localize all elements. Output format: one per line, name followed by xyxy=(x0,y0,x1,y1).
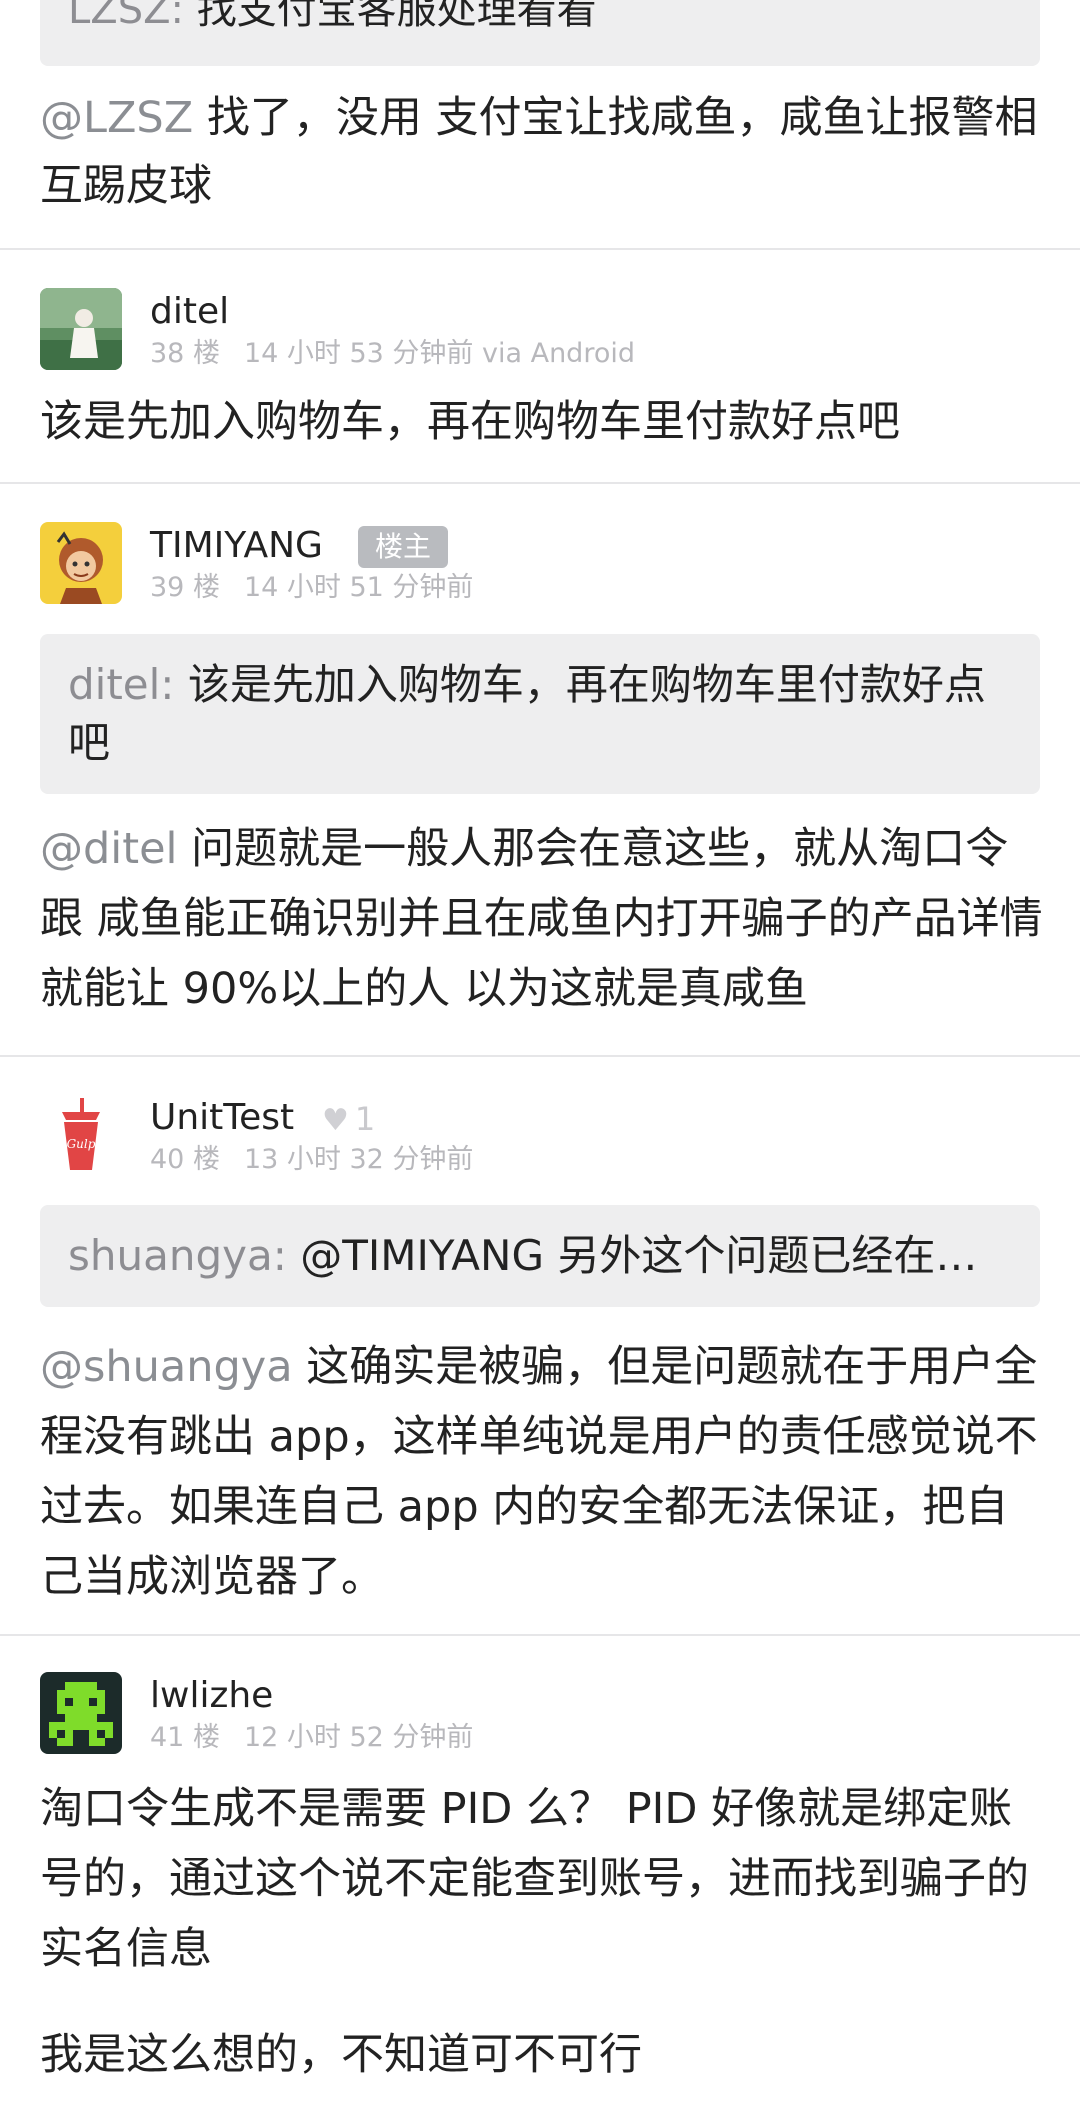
divider xyxy=(0,1634,1080,1636)
comment-meta: 40 楼 13 小时 32 分钟前 xyxy=(150,1142,473,1178)
comment-meta: 38 楼 14 小时 53 分钟前 via Android xyxy=(150,336,635,372)
comment-meta: 39 楼 14 小时 51 分钟前 xyxy=(150,570,473,606)
avatar-image: Gulp xyxy=(40,1094,122,1176)
username[interactable]: ditel xyxy=(150,290,229,334)
quoted-text: @TIMIYANG 另外这个问题已经在… xyxy=(300,1231,978,1280)
comment-paragraph: 淘口令生成不是需要 PID 么？ PID 好像就是绑定账号的，通过这个说不定能查… xyxy=(40,1784,1029,1974)
reply-thread: LZSZ: 找支付宝客服处理看看 @LZSZ 找了，没用 支付宝让找咸鱼，咸鱼让… xyxy=(0,0,1080,2102)
avatar-image xyxy=(40,1672,122,1754)
quoted-reply: shuangya: @TIMIYANG 另外这个问题已经在… xyxy=(40,1205,1040,1307)
quoted-reply: ditel: 该是先加入购物车，再在购物车里付款好点吧 xyxy=(40,634,1040,794)
comment-body: @ditel 问题就是一般人那会在意这些，就从淘口令跟 咸鱼能正确识别并且在咸鱼… xyxy=(40,814,1050,1024)
post-time: 13 小时 32 分钟前 xyxy=(243,1144,474,1175)
reply-text: @LZSZ 找了，没用 支付宝让找咸鱼，咸鱼让报警相互踢皮球 xyxy=(40,84,1050,220)
comment-body: @shuangya 这确实是被骗，但是问题就在于用户全程没有跳出 app，这样单… xyxy=(40,1332,1050,1612)
divider xyxy=(0,482,1080,484)
floor-number: 41 楼 xyxy=(150,1722,220,1753)
comment-text: 问题就是一般人那会在意这些，就从淘口令跟 咸鱼能正确识别并且在咸鱼内打开骗子的产… xyxy=(40,824,1043,1014)
quoted-author[interactable]: ditel: xyxy=(68,660,174,709)
comment-paragraph: 我是这么想的，不知道可不可行 xyxy=(40,2030,642,2080)
floor-number: 40 楼 xyxy=(150,1144,220,1175)
quoted-reply: LZSZ: 找支付宝客服处理看看 xyxy=(40,0,1040,66)
comment-body: 该是先加入购物车，再在购物车里付款好点吧 xyxy=(40,387,1050,457)
post-time: 14 小时 53 分钟前 via Android xyxy=(243,338,635,369)
post-time: 12 小时 52 分钟前 xyxy=(243,1722,474,1753)
avatar[interactable]: Gulp xyxy=(40,1094,122,1176)
floor-number: 39 楼 xyxy=(150,572,220,603)
mention-link[interactable]: @ditel xyxy=(40,824,178,874)
op-badge: 楼主 xyxy=(358,526,448,568)
post-time: 14 小时 51 分钟前 xyxy=(243,572,474,603)
avatar[interactable] xyxy=(40,1672,122,1754)
comment-body: 淘口令生成不是需要 PID 么？ PID 好像就是绑定账号的，通过这个说不定能查… xyxy=(40,1774,1050,2090)
comment-meta: 41 楼 12 小时 52 分钟前 xyxy=(150,1720,473,1756)
mention-link[interactable]: @LZSZ xyxy=(40,93,193,143)
avatar[interactable] xyxy=(40,522,122,604)
quoted-author[interactable]: LZSZ: xyxy=(68,0,184,33)
username[interactable]: TIMIYANG xyxy=(150,524,323,568)
svg-text:Gulp: Gulp xyxy=(67,1137,96,1151)
quoted-author[interactable]: shuangya: xyxy=(68,1231,287,1280)
divider xyxy=(0,248,1080,250)
divider xyxy=(0,1055,1080,1057)
username[interactable]: lwlizhe xyxy=(150,1674,273,1718)
floor-number: 38 楼 xyxy=(150,338,220,369)
comment-text: 该是先加入购物车，再在购物车里付款好点吧 xyxy=(40,397,900,447)
heart-icon: ♥ xyxy=(322,1103,349,1138)
mention-link[interactable]: @shuangya xyxy=(40,1342,293,1392)
avatar-image xyxy=(40,522,122,604)
quoted-text: 找支付宝客服处理看看 xyxy=(196,0,597,33)
avatar[interactable] xyxy=(40,288,122,370)
avatar-image xyxy=(40,288,122,370)
username[interactable]: UnitTest xyxy=(150,1096,294,1140)
like-count: 1 xyxy=(354,1100,376,1138)
like-indicator[interactable]: ♥ 1 xyxy=(322,1099,375,1141)
quoted-text: 该是先加入购物车，再在购物车里付款好点吧 xyxy=(68,660,986,767)
